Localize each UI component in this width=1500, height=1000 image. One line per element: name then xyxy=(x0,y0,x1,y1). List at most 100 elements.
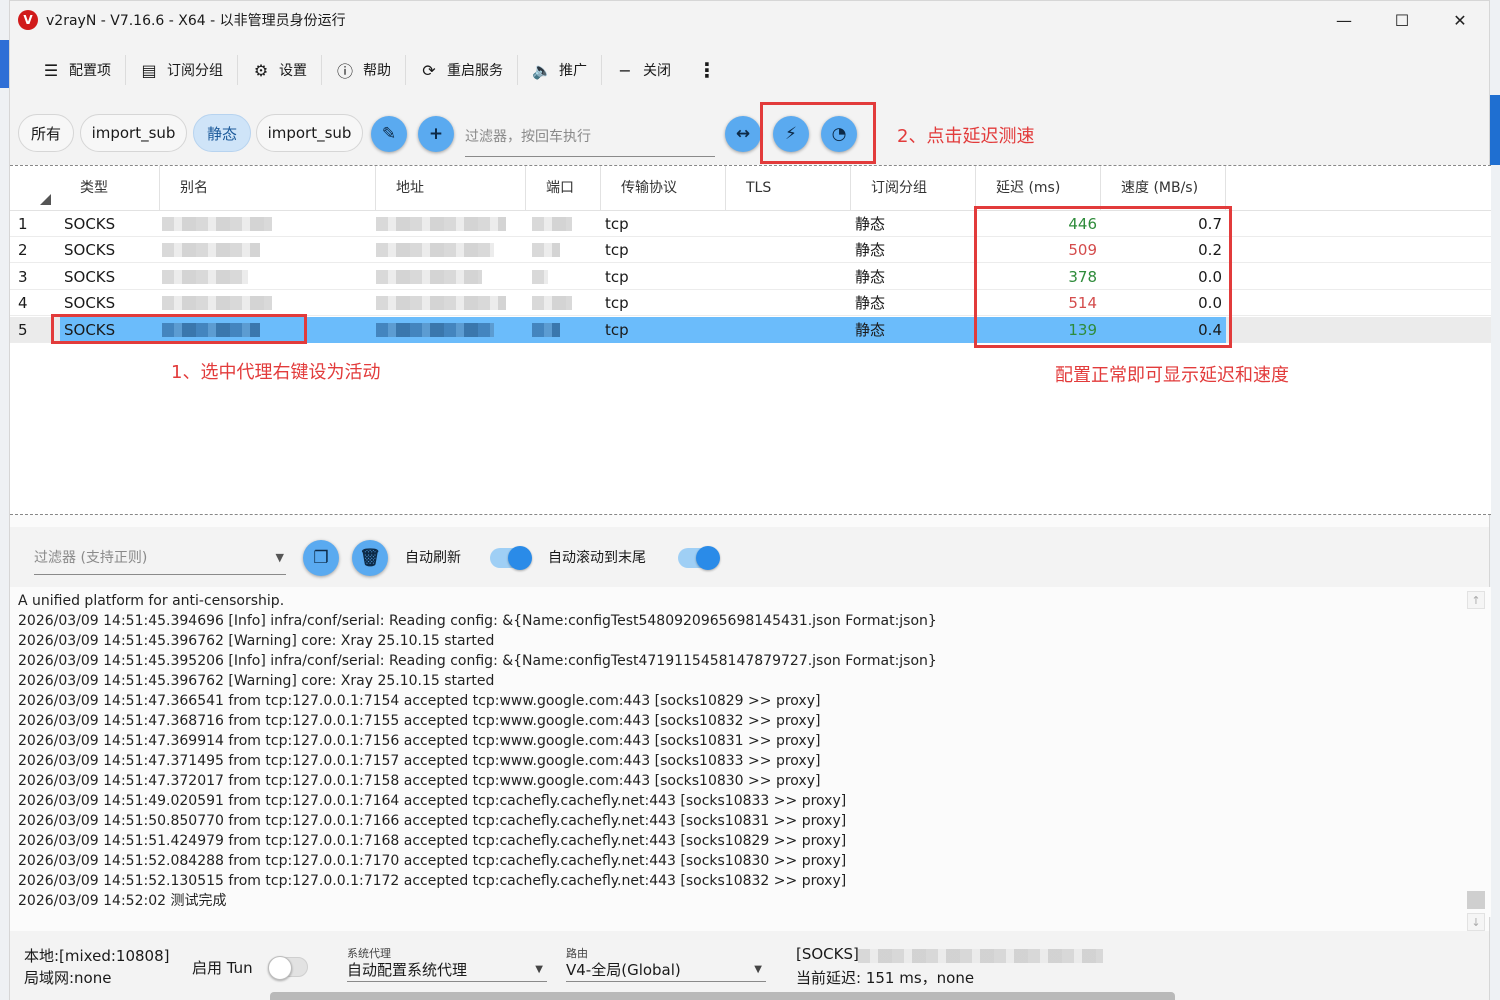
more-options-icon[interactable]: ⋮ xyxy=(683,58,731,82)
log-line: 2026/03/09 14:51:52.084288 from tcp:127.… xyxy=(18,853,847,869)
cell-idx: 4 xyxy=(18,294,28,313)
redacted-value xyxy=(162,269,248,284)
sysproxy-select[interactable]: 自动配置系统代理 ▼ xyxy=(347,958,547,982)
add-group-button[interactable]: + xyxy=(418,116,454,152)
tun-toggle[interactable] xyxy=(268,956,308,980)
menu-promotion-label: 推广 xyxy=(559,63,587,79)
col-remarks[interactable]: 别名 xyxy=(160,166,376,211)
cell-network: tcp xyxy=(605,267,629,286)
log-line: 2026/03/09 14:51:51.424979 from tcp:127.… xyxy=(18,833,847,849)
server-filter-input[interactable] xyxy=(465,117,715,157)
copy-log-button[interactable]: ❐ xyxy=(303,540,339,576)
log-line: 2026/03/09 14:51:47.368716 from tcp:127.… xyxy=(18,713,821,729)
menu-servers-label: 配置项 xyxy=(69,63,111,79)
table-row[interactable]: 3 SOCKS tcp 静态 378 0.0 xyxy=(10,264,1491,290)
col-tls[interactable]: TLS xyxy=(726,166,851,211)
gear-icon: ⚙ xyxy=(253,60,269,80)
cell-group: 静态 xyxy=(855,215,886,233)
annotation-step1: 1、选中代理右键设为活动 xyxy=(171,362,381,383)
log-line: 2026/03/09 14:51:45.396762 [Warning] cor… xyxy=(18,633,495,649)
redacted-value xyxy=(532,217,572,231)
status-bar: 本地:[mixed:10808] 局域网:none 启用 Tun 系统代理 自动… xyxy=(10,931,1489,1000)
close-icon[interactable]: ✕ xyxy=(1431,1,1489,39)
log-line: 2026/03/09 14:52:02 测试完成 xyxy=(18,893,227,909)
menu-close[interactable]: − 关闭 xyxy=(604,50,683,90)
scroll-up-icon[interactable]: ↑ xyxy=(1467,591,1485,609)
redacted-value xyxy=(376,269,482,284)
col-address[interactable]: 地址 xyxy=(376,166,526,211)
scroll-thumb[interactable] xyxy=(1467,891,1485,909)
pencil-icon: ✎ xyxy=(381,124,397,144)
cell-network: tcp xyxy=(605,215,629,233)
scroll-down-icon[interactable]: ↓ xyxy=(1467,913,1485,931)
log-line: 2026/03/09 14:51:45.396762 [Warning] cor… xyxy=(18,673,495,689)
col-speed[interactable]: 速度 (MB/s) xyxy=(1101,166,1226,211)
log-line: 2026/03/09 14:51:45.395206 [Info] infra/… xyxy=(18,653,937,669)
log-output[interactable]: A unified platform for anti-censorship. 2… xyxy=(10,587,1491,931)
cell-idx: 1 xyxy=(18,215,28,233)
group-chip-static[interactable]: 静态 xyxy=(193,114,251,152)
menu-close-label: 关闭 xyxy=(643,63,671,79)
annotation-box-results xyxy=(974,206,1232,348)
minus-icon: − xyxy=(618,60,632,80)
redacted-value xyxy=(376,296,506,311)
maximize-icon[interactable]: ☐ xyxy=(1373,1,1431,39)
cell-address xyxy=(376,316,526,343)
log-filter-input[interactable]: 过滤器 (支持正则) ▼ xyxy=(34,541,286,575)
routing-select[interactable]: V4-全局(Global) ▼ xyxy=(566,958,766,982)
table-row[interactable]: 4 SOCKS tcp 静态 514 0.0 xyxy=(10,290,1491,317)
col-delay[interactable]: 延迟 (ms) xyxy=(976,166,1101,211)
auto-scroll-toggle[interactable] xyxy=(678,546,720,570)
cell-tls xyxy=(726,211,851,237)
menu-promotion[interactable]: 🔈 推广 xyxy=(520,50,599,90)
minimize-icon[interactable]: — xyxy=(1315,1,1373,39)
col-port[interactable]: 端口 xyxy=(526,166,601,211)
cell-type: SOCKS xyxy=(64,241,116,260)
edit-group-button[interactable]: ✎ xyxy=(371,116,407,152)
table-header: 类型 别名 地址 端口 传输协议 TLS 订阅分组 延迟 (ms) 速度 (MB… xyxy=(10,166,1491,211)
menu-help[interactable]: ⓘ 帮助 xyxy=(324,50,403,90)
auto-refresh-toggle[interactable] xyxy=(490,546,532,570)
log-line: 2026/03/09 14:51:52.130515 from tcp:127.… xyxy=(18,873,847,889)
log-line: 2026/03/09 14:51:49.020591 from tcp:127.… xyxy=(18,793,847,809)
redacted-value xyxy=(162,217,272,231)
move-column-button[interactable]: ↔ xyxy=(725,116,761,152)
active-server-redacted xyxy=(858,949,1103,963)
cell-type: SOCKS xyxy=(64,267,116,286)
table-row[interactable]: 2 SOCKS tcp 静态 509 0.2 xyxy=(10,237,1491,264)
lan-status: 局域网:none xyxy=(24,969,112,987)
clear-log-button[interactable]: 🗑 xyxy=(352,540,388,576)
copy-icon: ❐ xyxy=(313,548,329,568)
sort-corner-icon xyxy=(40,194,51,205)
cell-address xyxy=(376,237,526,263)
menu-restart-service[interactable]: ⟳ 重启服务 xyxy=(408,50,515,90)
group-chip-import-sub-1[interactable]: import_sub xyxy=(80,114,187,152)
col-subgroup[interactable]: 订阅分组 xyxy=(851,166,976,211)
cell-group: 静态 xyxy=(855,241,886,260)
tun-label: 启用 Tun xyxy=(192,959,253,977)
annotation-note: 配置正常即可显示延迟和速度 xyxy=(1055,365,1289,386)
cell-group: 静态 xyxy=(851,316,976,343)
cell-tls xyxy=(726,237,851,263)
cell-address xyxy=(376,211,526,237)
restart-icon: ⟳ xyxy=(422,60,436,80)
table-row[interactable]: 1 SOCKS tcp 静态 446 0.7 xyxy=(10,211,1491,237)
menu-subscription[interactable]: ▤ 订阅分组 xyxy=(128,50,235,90)
group-chip-all[interactable]: 所有 xyxy=(18,114,74,152)
background-desktop-left xyxy=(0,0,9,1000)
chevron-down-icon: ▼ xyxy=(535,964,543,975)
redacted-value xyxy=(532,243,560,258)
cell-type: SOCKS xyxy=(64,294,116,313)
auto-refresh-label: 自动刷新 xyxy=(405,550,461,566)
log-scrollbar[interactable]: ↑ ↓ xyxy=(1467,591,1485,931)
menu-servers[interactable]: ☰ 配置项 xyxy=(30,50,123,90)
annotation-box-selected-row xyxy=(51,314,307,344)
col-type[interactable]: 类型 xyxy=(60,166,160,211)
menu-settings[interactable]: ⚙ 设置 xyxy=(240,50,319,90)
group-chip-import-sub-2[interactable]: import_sub xyxy=(256,114,363,152)
cell-port xyxy=(526,211,601,237)
background-taskbar-hint xyxy=(270,992,1175,1000)
col-network[interactable]: 传输协议 xyxy=(601,166,726,211)
cell-tls xyxy=(726,316,851,343)
log-line: 2026/03/09 14:51:47.371495 from tcp:127.… xyxy=(18,753,821,769)
